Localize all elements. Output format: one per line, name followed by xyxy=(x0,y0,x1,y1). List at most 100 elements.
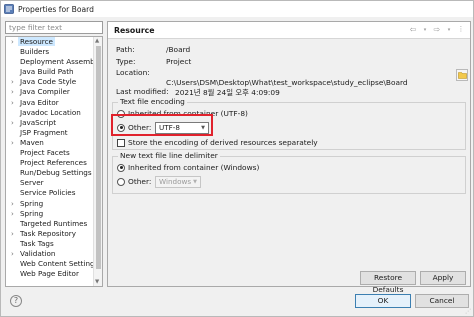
encoding-highlight-box xyxy=(111,114,213,136)
apply-button[interactable]: Apply xyxy=(420,271,466,285)
modified-label: Last modified: xyxy=(116,87,169,96)
tree-item-label: Service Policies xyxy=(20,188,76,198)
tree-item-label: Java Code Style xyxy=(20,77,77,87)
store-encoding-checkbox[interactable] xyxy=(117,138,125,147)
tree-item[interactable]: JSP Fragment xyxy=(6,128,94,138)
encoding-legend: Text file encoding xyxy=(118,97,187,106)
chevron-right-icon[interactable]: › xyxy=(11,229,14,239)
tree-item-label: Targeted Runtimes xyxy=(20,218,88,228)
chevron-right-icon[interactable]: › xyxy=(11,249,14,259)
tree-item[interactable]: Project Facets xyxy=(6,148,94,158)
tree-item-label: Resource xyxy=(18,37,55,46)
app-properties-icon xyxy=(4,4,14,14)
tree-item-label: Maven xyxy=(20,137,44,147)
delimiter-inherited-radio[interactable] xyxy=(117,163,125,172)
tree-item[interactable]: Run/Debug Settings xyxy=(6,168,94,178)
tree-item-label: Task Tags xyxy=(20,238,54,248)
chevron-right-icon[interactable]: › xyxy=(11,138,14,148)
tree-item[interactable]: › Task Repository xyxy=(6,229,94,239)
restore-defaults-button[interactable]: Restore Defaults xyxy=(360,271,416,294)
chevron-down-icon: ▼ xyxy=(193,179,197,185)
open-location-button[interactable] xyxy=(456,69,468,81)
tree-item[interactable]: Javadoc Location xyxy=(6,108,94,118)
scroll-up-icon[interactable]: ▲ xyxy=(95,38,99,44)
tree-item-label: JavaScript xyxy=(20,117,57,127)
tree-item-label: Server xyxy=(20,178,44,188)
filter-input[interactable]: type filter text xyxy=(5,21,103,34)
tree-item-label: JSP Fragment xyxy=(20,127,68,137)
tree-item-label: Java Editor xyxy=(20,97,59,107)
tree-item-label: Deployment Assembly xyxy=(20,57,101,67)
chevron-right-icon[interactable]: › xyxy=(11,98,14,108)
delimiter-inherited-label: Inherited from container (Windows) xyxy=(128,163,260,172)
delimiter-select[interactable]: Windows ▼ xyxy=(155,176,201,188)
tree-item-label: Project References xyxy=(20,158,87,168)
tree-item-label: Java Compiler xyxy=(20,87,70,97)
chevron-right-icon[interactable]: › xyxy=(11,37,14,47)
ok-button[interactable]: OK xyxy=(355,294,411,308)
tree-item[interactable]: › JavaScript xyxy=(6,118,94,128)
location-value: C:\Users\DSM\Desktop\What\test_workspace… xyxy=(166,78,408,87)
properties-dialog: Properties for Board type filter text › R… xyxy=(0,0,474,317)
tree-item[interactable]: Server xyxy=(6,178,94,188)
forward-icon[interactable]: ⇨ xyxy=(432,25,442,35)
open-folder-icon xyxy=(457,72,467,79)
tree-item[interactable]: Deployment Assembly xyxy=(6,57,101,67)
tree-scrollbar[interactable]: ▲ ▼ xyxy=(93,37,102,286)
tree-item-label: Spring xyxy=(20,198,44,208)
tree-item[interactable]: Web Content Settings xyxy=(6,259,98,269)
chevron-right-icon[interactable]: › xyxy=(11,87,14,97)
tree-item-label: Run/Debug Settings xyxy=(20,168,92,178)
store-encoding-option[interactable]: Store the encoding of derived resources … xyxy=(117,138,318,147)
tree-item[interactable]: › Java Code Style xyxy=(6,77,94,87)
tree-item[interactable]: Task Tags xyxy=(6,239,94,249)
back-menu-icon[interactable]: ▾ xyxy=(420,25,430,35)
tree-item[interactable]: › Java Editor xyxy=(6,98,94,108)
tree-item[interactable]: › Resource xyxy=(6,37,94,47)
cancel-button[interactable]: Cancel xyxy=(415,294,469,308)
tree-item[interactable]: › Spring xyxy=(6,199,94,209)
forward-menu-icon[interactable]: ▾ xyxy=(444,25,454,35)
property-tree[interactable]: › Resource Builders Deployment Assembly Java… xyxy=(5,36,103,287)
scroll-down-icon[interactable]: ▼ xyxy=(95,279,99,285)
tree-item[interactable]: Java Build Path xyxy=(6,67,94,77)
tree-item-label: Web Content Settings xyxy=(20,259,99,269)
page-header: Resource ⇦ ▾ ⇨ ▾ ⋮ xyxy=(108,22,470,39)
tree-item-label: Task Repository xyxy=(20,228,77,238)
modified-value: 2021년 8월 24일 오후 4:09:09 xyxy=(175,88,280,97)
path-value: /Board xyxy=(166,45,191,54)
back-icon[interactable]: ⇦ xyxy=(408,25,418,35)
delimiter-inherited-option[interactable]: Inherited from container (Windows) xyxy=(117,163,259,172)
tree-item[interactable]: Builders xyxy=(6,47,94,57)
scroll-thumb[interactable] xyxy=(96,46,101,269)
type-label: Type: xyxy=(116,57,136,66)
tree-item[interactable]: Web Page Editor xyxy=(6,269,94,279)
tree-item[interactable]: › Maven xyxy=(6,138,94,148)
tree-item-label: Builders xyxy=(20,47,50,57)
title-bar: Properties for Board xyxy=(1,1,473,17)
view-menu-icon[interactable]: ⋮ xyxy=(456,25,466,35)
delimiter-select-value: Windows xyxy=(159,177,192,186)
tree-item-label: Web Page Editor xyxy=(20,269,79,279)
help-icon[interactable]: ? xyxy=(10,295,22,307)
tree-item[interactable]: Targeted Runtimes xyxy=(6,219,94,229)
chevron-right-icon[interactable]: › xyxy=(11,209,14,219)
tree-item[interactable]: Service Policies xyxy=(6,188,94,198)
window-title: Properties for Board xyxy=(18,4,94,14)
chevron-right-icon[interactable]: › xyxy=(11,199,14,209)
tree-item[interactable]: › Validation xyxy=(6,249,94,259)
delimiter-other-radio[interactable] xyxy=(117,177,125,186)
resize-grip-icon[interactable]: ⋰ xyxy=(465,308,471,315)
delimiter-legend: New text file line delimiter xyxy=(118,151,220,160)
tree-item[interactable]: Project References xyxy=(6,158,94,168)
delimiter-other-option[interactable]: Other: xyxy=(117,177,151,186)
tree-item[interactable]: › Spring xyxy=(6,209,94,219)
tree-item-label: Javadoc Location xyxy=(20,107,81,117)
nav-buttons: ⇦ ▾ ⇨ ▾ ⋮ xyxy=(408,25,466,35)
chevron-right-icon[interactable]: › xyxy=(11,118,14,128)
tree-item-label: Validation xyxy=(20,248,56,258)
tree-list: › Resource Builders Deployment Assembly Java… xyxy=(6,37,101,279)
store-encoding-label: Store the encoding of derived resources … xyxy=(128,138,318,147)
chevron-right-icon[interactable]: › xyxy=(11,77,14,87)
tree-item[interactable]: › Java Compiler xyxy=(6,87,94,97)
